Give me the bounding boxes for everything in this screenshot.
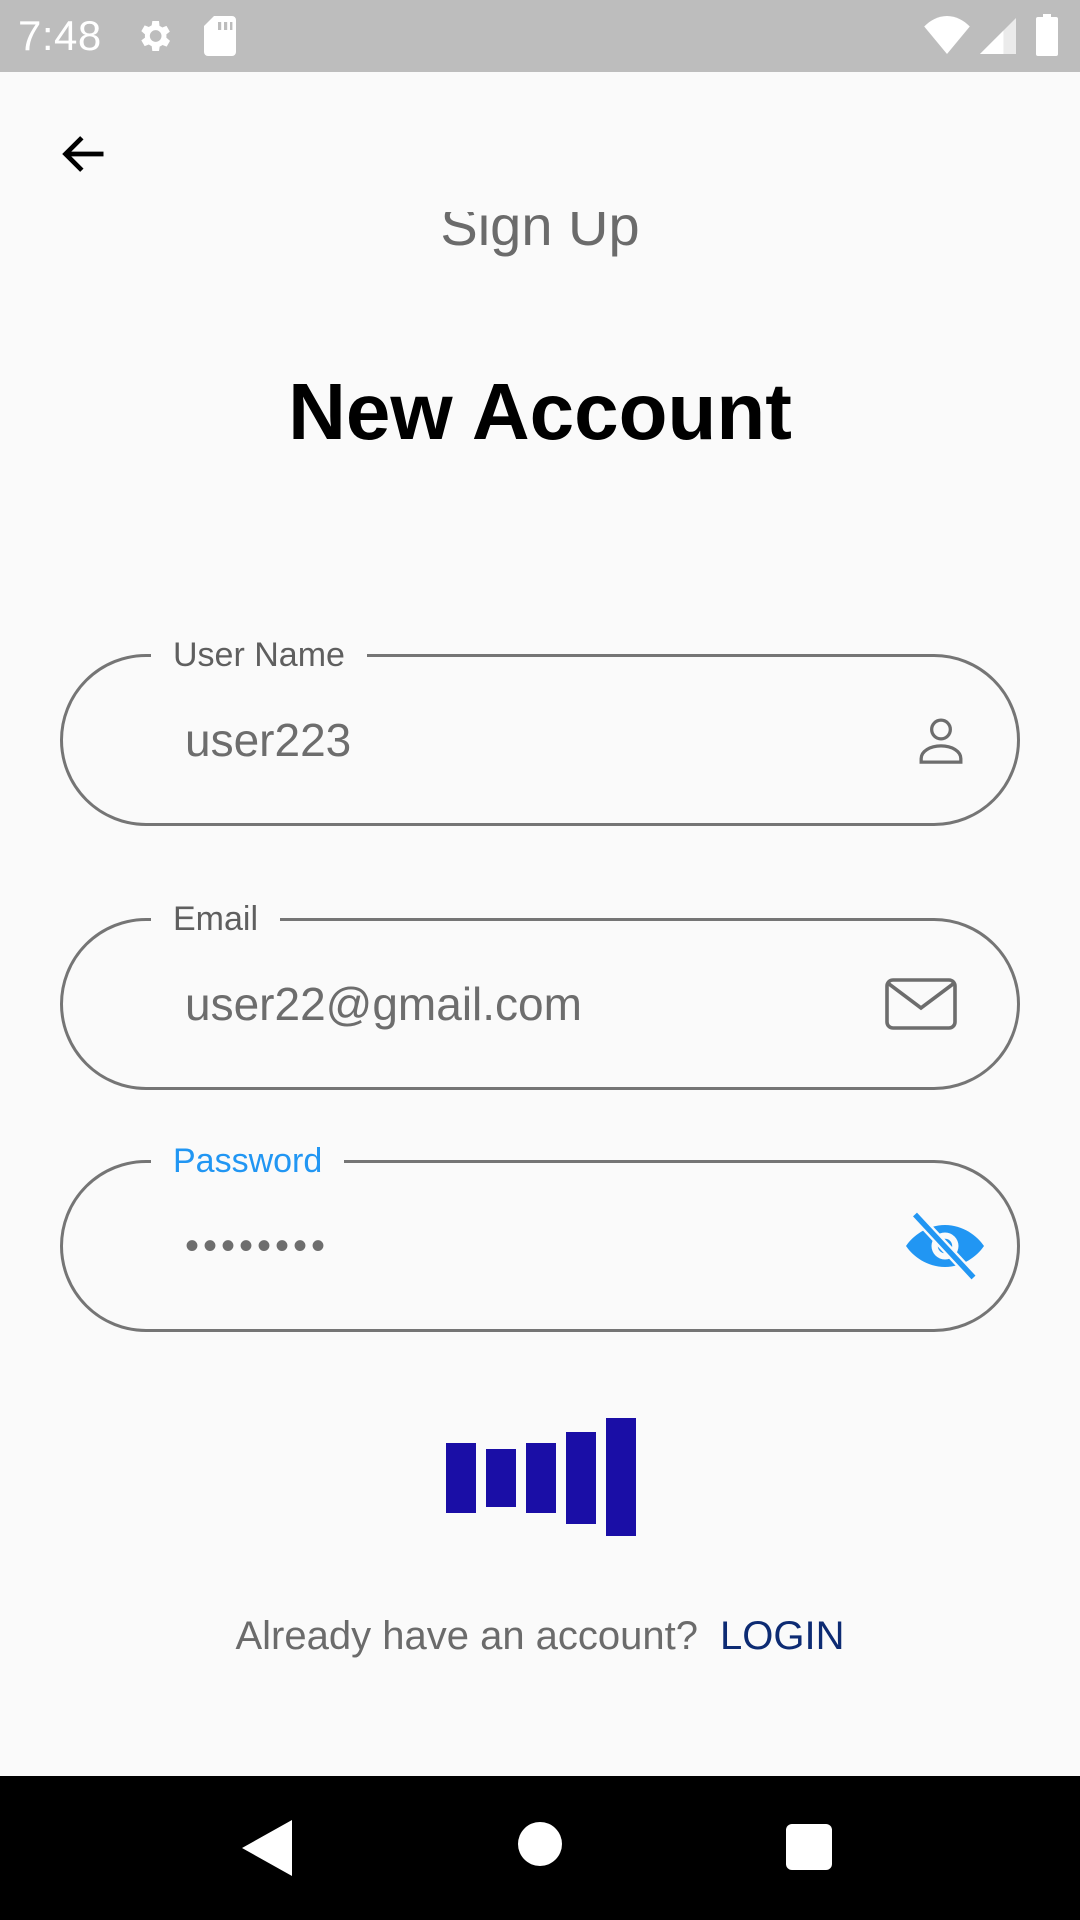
- password-field[interactable]: Password ••••••••: [60, 1135, 1020, 1332]
- password-input[interactable]: ••••••••: [185, 1163, 845, 1329]
- eye-off-icon[interactable]: [903, 1210, 987, 1282]
- status-bar: 7:48: [0, 0, 1080, 72]
- login-link[interactable]: LOGIN: [720, 1614, 844, 1658]
- sd-card-icon: [204, 16, 236, 61]
- username-input[interactable]: [185, 657, 845, 823]
- username-field[interactable]: User Name: [60, 629, 1020, 826]
- strength-bar-3: [526, 1443, 556, 1513]
- gear-icon: [134, 16, 174, 61]
- arrow-left-icon: [58, 128, 110, 185]
- mail-icon: [885, 978, 957, 1030]
- strength-bar-2: [486, 1449, 516, 1507]
- battery-icon: [1036, 14, 1058, 61]
- person-icon: [913, 712, 969, 768]
- navigation-bar: [0, 1776, 1080, 1920]
- recents-square-icon[interactable]: [786, 1824, 832, 1875]
- login-prompt: Already have an account? LOGIN: [0, 1606, 1080, 1666]
- wifi-icon: [924, 16, 970, 59]
- email-input[interactable]: [185, 921, 845, 1087]
- home-circle-icon[interactable]: [518, 1822, 562, 1871]
- strength-bar-4: [566, 1432, 596, 1524]
- back-button[interactable]: [44, 116, 124, 196]
- back-triangle-icon[interactable]: [242, 1820, 292, 1881]
- strength-bar-5: [606, 1418, 636, 1536]
- email-field[interactable]: Email: [60, 893, 1020, 1090]
- login-prompt-text: Already have an account?: [235, 1614, 699, 1658]
- page-title: New Account: [288, 367, 792, 456]
- header-peek: Sign Up: [0, 212, 1080, 268]
- strength-bar-1: [446, 1443, 476, 1513]
- signup-heading: Sign Up: [440, 212, 640, 257]
- password-strength-bars-icon: [446, 1418, 636, 1536]
- status-time: 7:48: [18, 12, 102, 59]
- signal-icon: [980, 18, 1016, 59]
